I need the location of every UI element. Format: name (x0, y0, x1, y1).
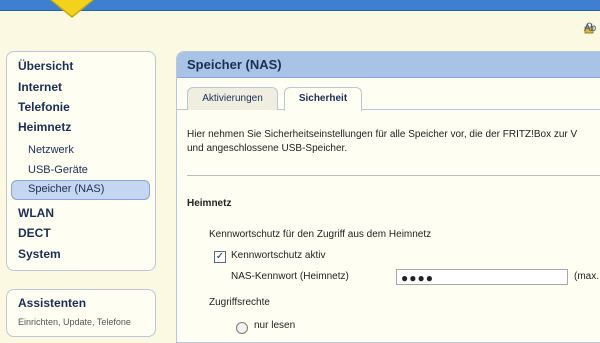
sidebar-subitem-label: Speicher (NAS) (28, 183, 105, 195)
password-field-label: NAS-Kennwort (Heimnetz) (231, 271, 349, 282)
fritzbox-logo-corner[interactable] (52, 0, 92, 16)
password-max-hint: (max. (574, 271, 599, 282)
sidebar-subitem-usb-geraete[interactable]: USB-Geräte (28, 164, 88, 176)
password-protection-checkbox[interactable]: ✓ (214, 251, 226, 263)
sidebar-item-internet[interactable]: Internet (18, 80, 62, 94)
sidebar-navigation: Übersicht Internet Telefonie Heimnetz Ne… (6, 51, 156, 271)
password-protection-label: Kennwortschutz für den Zugriff aus dem H… (209, 229, 432, 240)
section-heading-heimnetz: Heimnetz (187, 198, 232, 209)
assistants-title[interactable]: Assistenten (18, 296, 86, 310)
tab-sicherheit[interactable]: Sicherheit (284, 87, 362, 111)
sidebar-item-wlan[interactable]: WLAN (18, 206, 54, 220)
sidebar-subitem-speicher-nas[interactable]: Speicher (NAS) (11, 180, 150, 200)
sidebar-item-dect[interactable]: DECT (18, 226, 51, 240)
section-divider (187, 175, 600, 176)
access-rights-label: Zugriffsrechte (209, 297, 270, 308)
page-title: Speicher (NAS) (187, 57, 282, 72)
sidebar-item-heimnetz[interactable]: Heimnetz (18, 120, 71, 134)
intro-text-line1: Hier nehmen Sie Sicherheitseinstellungen… (187, 129, 578, 140)
sidebar-item-telefonie[interactable]: Telefonie (18, 100, 70, 114)
read-only-label[interactable]: nur lesen (254, 320, 295, 331)
intro-text-line2: und angeschlossene USB-Speicher. (187, 143, 348, 154)
nas-password-input[interactable]: ●●●● (396, 269, 568, 285)
logout-link[interactable]: Ab (584, 22, 600, 34)
logout-label[interactable]: Ab (584, 23, 596, 34)
sidebar-item-uebersicht[interactable]: Übersicht (18, 59, 73, 73)
main-content-panel: Speicher (NAS) Aktivierungen Sicherheit … (176, 51, 600, 343)
assistants-subtitle: Einrichten, Update, Telefone (18, 317, 131, 327)
sidebar-item-system[interactable]: System (18, 247, 61, 261)
tab-aktivierungen[interactable]: Aktivierungen (187, 87, 278, 110)
assistants-panel[interactable]: Assistenten Einrichten, Update, Telefone (6, 289, 156, 337)
checkbox-label[interactable]: Kennwortschutz aktiv (231, 250, 326, 261)
read-only-radio[interactable] (236, 322, 248, 334)
sidebar-subitem-netzwerk[interactable]: Netzwerk (28, 144, 74, 156)
content-header: Speicher (NAS) (177, 52, 600, 78)
